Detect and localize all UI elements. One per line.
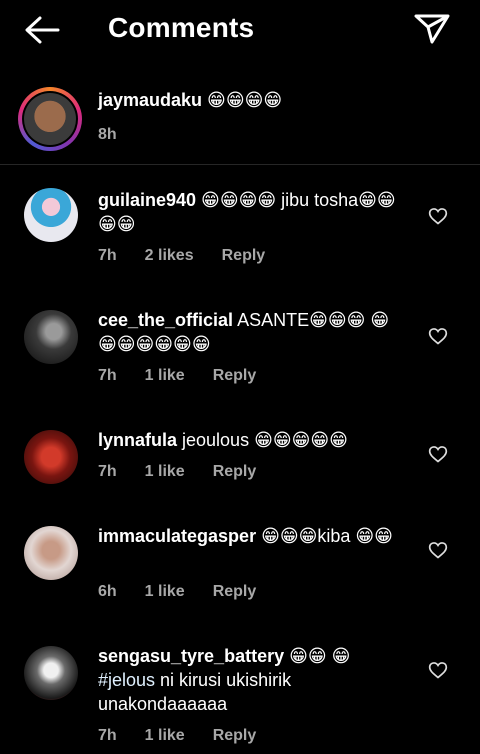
comment-meta: 7h 1 like Reply xyxy=(98,727,256,745)
comment-text: cee_the_official ASANTE😁😁😁 😁😁😁😁😁😁😁 xyxy=(98,308,398,356)
avatar[interactable] xyxy=(24,310,78,364)
post-caption: jaymaudaku 😁😁😁😁 8h xyxy=(0,80,480,165)
avatar[interactable] xyxy=(24,430,78,484)
comment-meta: 7h 1 like Reply xyxy=(98,367,256,385)
comment-likes[interactable]: 1 like xyxy=(145,583,185,601)
comment-likes[interactable]: 2 likes xyxy=(145,247,194,265)
comment-username[interactable]: immaculategasper xyxy=(98,526,256,546)
comment-username[interactable]: lynnafula xyxy=(98,430,177,450)
heart-icon[interactable] xyxy=(428,444,448,464)
heart-icon[interactable] xyxy=(428,540,448,560)
heart-icon[interactable] xyxy=(428,206,448,226)
comment-row: immaculategasper 😁😁😁kiba 😁😁 6h 1 like Re… xyxy=(0,524,480,624)
back-arrow-icon[interactable] xyxy=(22,14,62,46)
send-icon[interactable] xyxy=(412,12,452,46)
comment-likes[interactable]: 1 like xyxy=(145,367,185,385)
reply-button[interactable]: Reply xyxy=(213,463,257,481)
comment-row: guilaine940 😁😁😁😁 jibu tosha😁😁😁😁 7h 2 lik… xyxy=(0,186,480,286)
hashtag-link[interactable]: #jelous xyxy=(98,670,155,690)
comment-text: guilaine940 😁😁😁😁 jibu tosha😁😁😁😁 xyxy=(98,188,398,236)
comment-username[interactable]: guilaine940 xyxy=(98,190,196,210)
comment-time: 7h xyxy=(98,727,117,744)
caption-username[interactable]: jaymaudaku xyxy=(98,90,202,110)
comment-body: jeoulous 😁😁😁😁😁 xyxy=(177,430,348,450)
reply-button[interactable]: Reply xyxy=(213,367,257,385)
comment-time: 7h xyxy=(98,367,117,384)
comment-time: 7h xyxy=(98,463,117,480)
memoji-avatar-image xyxy=(24,93,76,145)
heart-icon[interactable] xyxy=(428,660,448,680)
comment-body: 😁😁 😁 xyxy=(284,646,351,666)
comment-likes[interactable]: 1 like xyxy=(145,727,185,745)
avatar[interactable] xyxy=(24,188,78,242)
reply-button[interactable]: Reply xyxy=(213,583,257,601)
avatar[interactable] xyxy=(24,646,78,700)
comment-meta: 7h 1 like Reply xyxy=(98,463,256,481)
avatar[interactable] xyxy=(24,526,78,580)
comment-time: 7h xyxy=(98,247,117,264)
comment-username[interactable]: sengasu_tyre_battery xyxy=(98,646,284,666)
page-title: Comments xyxy=(108,12,255,43)
caption-emojis: 😁😁😁😁 xyxy=(202,90,283,110)
comment-meta: 6h 1 like Reply xyxy=(98,583,256,601)
comment-body: 😁😁😁kiba 😁😁 xyxy=(256,526,393,546)
comment-meta: 7h 2 likes Reply xyxy=(98,247,265,265)
avatar[interactable] xyxy=(18,87,82,151)
comment-text: sengasu_tyre_battery 😁😁 😁 #jelous ni kir… xyxy=(98,644,398,716)
reply-button[interactable]: Reply xyxy=(222,247,266,265)
top-bar: Comments xyxy=(0,0,480,60)
caption-text: jaymaudaku 😁😁😁😁 xyxy=(98,90,282,111)
comment-row: cee_the_official ASANTE😁😁😁 😁😁😁😁😁😁😁 7h 1 … xyxy=(0,308,480,408)
comment-text: lynnafula jeoulous 😁😁😁😁😁 xyxy=(98,428,398,452)
comment-time: 6h xyxy=(98,583,117,600)
comment-text: immaculategasper 😁😁😁kiba 😁😁 xyxy=(98,524,398,548)
heart-icon[interactable] xyxy=(428,326,448,346)
comment-username[interactable]: cee_the_official xyxy=(98,310,233,330)
caption-time: 8h xyxy=(98,126,117,143)
comment-row: sengasu_tyre_battery 😁😁 😁 #jelous ni kir… xyxy=(0,644,480,754)
reply-button[interactable]: Reply xyxy=(213,727,257,745)
comment-row: lynnafula jeoulous 😁😁😁😁😁 7h 1 like Reply xyxy=(0,428,480,508)
comment-likes[interactable]: 1 like xyxy=(145,463,185,481)
